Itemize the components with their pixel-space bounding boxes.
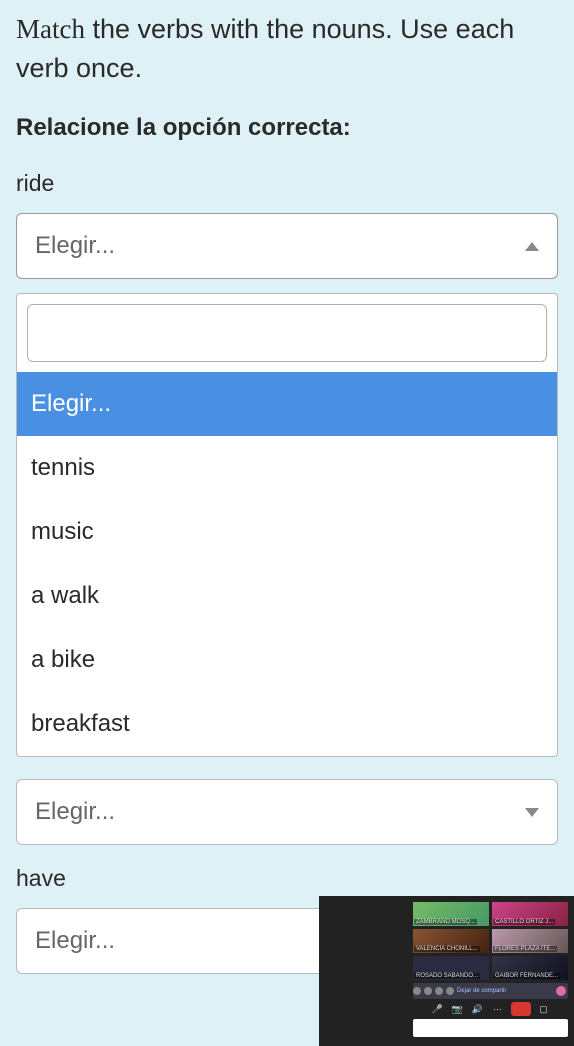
- hangup-button[interactable]: [511, 1002, 531, 1016]
- more-icon[interactable]: ⋯: [491, 1002, 505, 1016]
- participant-name: CASTILLO ORTIZ J...: [493, 919, 555, 925]
- video-call-overlay: ZAMBRANO MOSQ... CASTILLO ORTIZ J... VAL…: [319, 896, 574, 1046]
- dropdown-option-tennis[interactable]: tennis: [17, 436, 557, 500]
- volume-icon[interactable]: 🔊: [471, 1002, 485, 1016]
- caret-down-icon: [525, 808, 539, 817]
- presenter-avatar-icon: [556, 986, 566, 996]
- dropdown-option-a-walk[interactable]: a walk: [17, 564, 557, 628]
- video-tile[interactable]: FLORES PLAZA ITE...: [492, 929, 568, 953]
- select-ride[interactable]: Elegir...: [16, 213, 558, 279]
- select-have-value: Elegir...: [35, 927, 115, 955]
- share-bar: Dejar de compartir: [413, 983, 568, 999]
- dropdown-option-a-bike[interactable]: a bike: [17, 628, 557, 692]
- select-second[interactable]: Elegir...: [16, 779, 558, 845]
- video-grid: ZAMBRANO MOSQ... CASTILLO ORTIZ J... VAL…: [413, 902, 568, 980]
- avatar-dot-icon: [446, 987, 454, 995]
- video-tile[interactable]: CASTILLO ORTIZ J...: [492, 902, 568, 926]
- participant-name: GAIBOR FERNANDE...: [493, 973, 560, 979]
- select-ride-value: Elegir...: [35, 232, 115, 260]
- dropdown-search-wrap: [17, 294, 557, 372]
- participant-name: ROSADO SABANDO...: [414, 973, 480, 979]
- participant-name: FLORES PLAZA ITE...: [493, 946, 557, 952]
- mic-icon[interactable]: 🎤: [431, 1002, 445, 1016]
- video-tile[interactable]: GAIBOR FERNANDE...: [492, 956, 568, 980]
- participant-name: ZAMBRANO MOSQ...: [414, 919, 477, 925]
- instruction-match-word: Match: [16, 14, 85, 44]
- camera-icon[interactable]: 📷: [451, 1002, 465, 1016]
- video-tile[interactable]: ROSADO SABANDO...: [413, 956, 489, 980]
- taskbar-strip: [413, 1019, 568, 1037]
- call-controls: 🎤 📷 🔊 ⋯ ▢: [413, 1002, 568, 1016]
- verb-label-ride: ride: [16, 170, 558, 197]
- avatar-dot-icon: [435, 987, 443, 995]
- stop-sharing-label[interactable]: Dejar de compartir: [457, 988, 506, 994]
- dropdown-search-input[interactable]: [27, 304, 547, 362]
- dropdown-option-music[interactable]: music: [17, 500, 557, 564]
- avatar-dot-icon: [424, 987, 432, 995]
- dropdown-ride: Elegir... tennis music a walk a bike bre…: [16, 293, 558, 757]
- expand-icon[interactable]: ▢: [537, 1002, 551, 1016]
- instruction-rest: the verbs with the nouns. Use each verb …: [16, 14, 514, 83]
- instruction-text: Match the verbs with the nouns. Use each…: [16, 10, 558, 88]
- select-second-value: Elegir...: [35, 798, 115, 826]
- participant-name: VALENCIA CHONILL...: [414, 946, 480, 952]
- video-tile[interactable]: VALENCIA CHONILL...: [413, 929, 489, 953]
- verb-label-have: have: [16, 865, 558, 892]
- dropdown-option-breakfast[interactable]: breakfast: [17, 692, 557, 756]
- video-tile[interactable]: ZAMBRANO MOSQ...: [413, 902, 489, 926]
- subheading-text: Relacione la opción correcta:: [16, 114, 558, 142]
- dropdown-option-placeholder[interactable]: Elegir...: [17, 372, 557, 436]
- avatar-dot-icon: [413, 987, 421, 995]
- caret-up-icon: [525, 242, 539, 251]
